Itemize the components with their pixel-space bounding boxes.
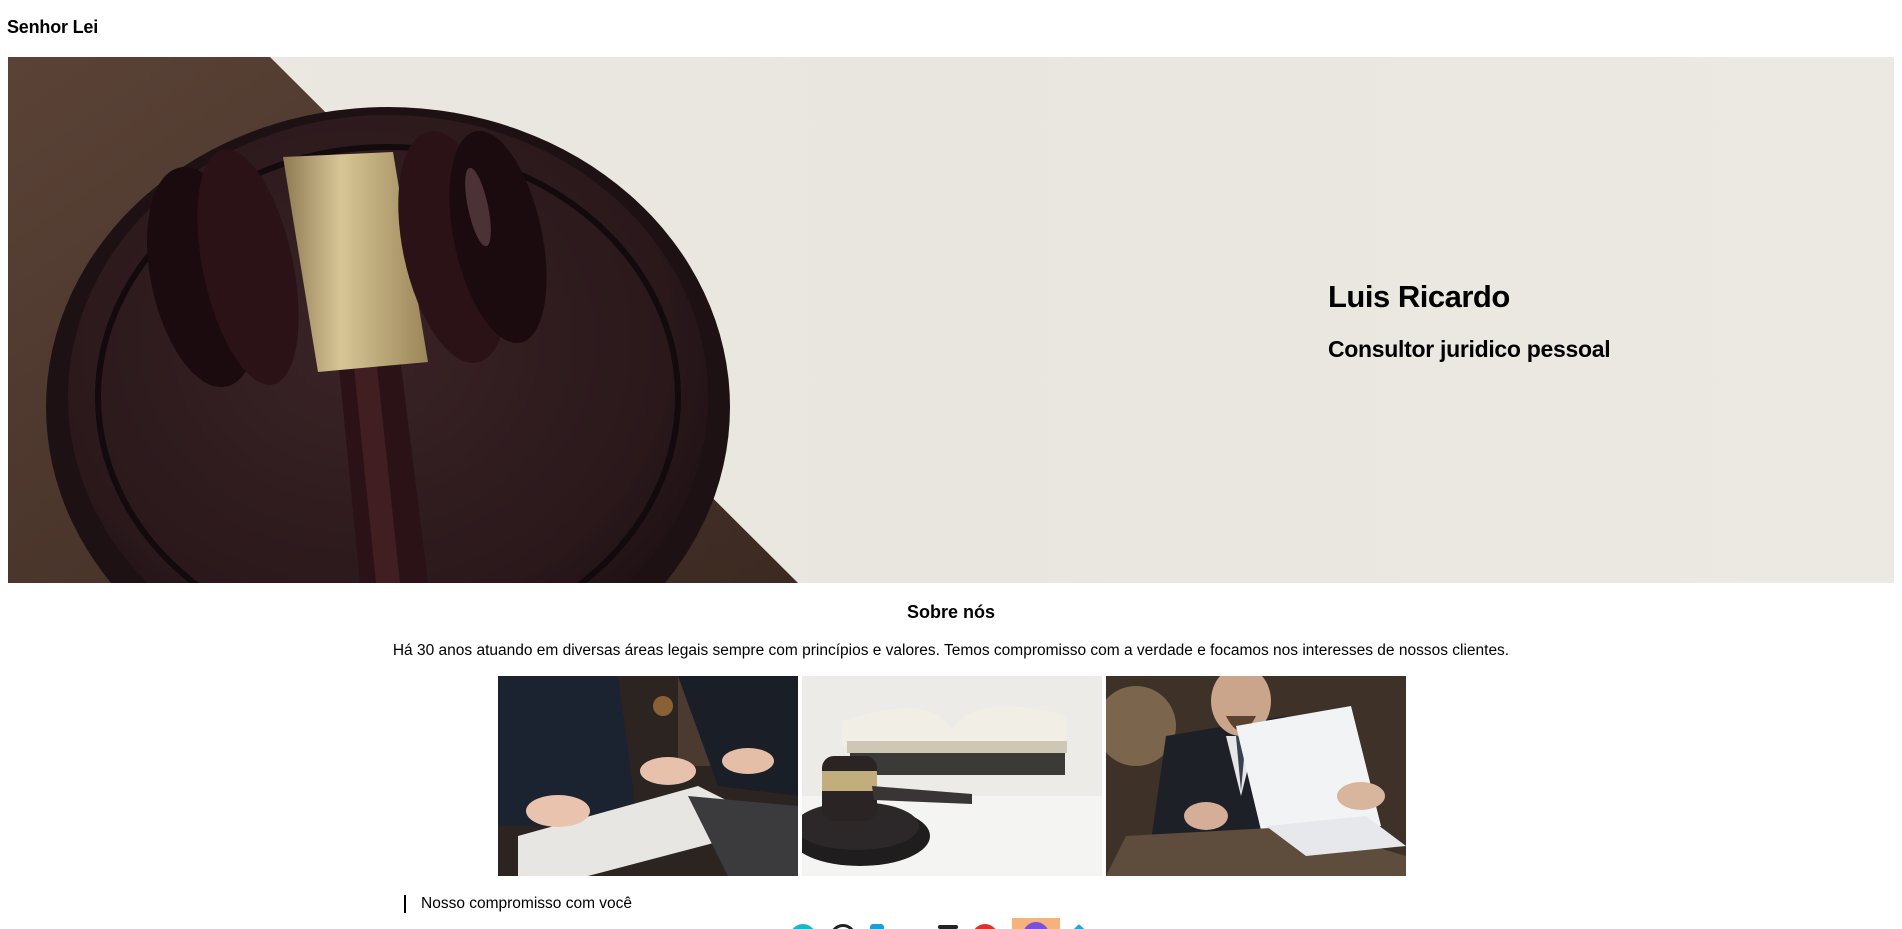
photo-signing-documents bbox=[498, 676, 798, 876]
photo-gallery bbox=[498, 676, 1406, 876]
photo-lawyer-reading bbox=[1106, 676, 1406, 876]
commitment-heading: Nosso compromisso com você bbox=[404, 895, 632, 913]
linkedin-icon[interactable] bbox=[898, 924, 924, 929]
whatsapp-icon[interactable] bbox=[790, 924, 816, 929]
photo-gavel-books bbox=[802, 676, 1102, 876]
hero-name: Luis Ricardo bbox=[1328, 279, 1510, 314]
about-text: Há 30 anos atuando em diversas áreas leg… bbox=[392, 642, 1510, 659]
site-title[interactable]: Senhor Lei bbox=[7, 17, 98, 38]
youtube-icon[interactable] bbox=[972, 924, 998, 929]
hero-banner: Luis Ricardo Consultor juridico pessoal bbox=[8, 57, 1894, 583]
github-icon[interactable] bbox=[830, 924, 856, 929]
email-icon[interactable] bbox=[938, 925, 958, 929]
telegram-icon[interactable] bbox=[1071, 923, 1084, 929]
instagram-icon[interactable] bbox=[1012, 918, 1060, 929]
hero-role: Consultor juridico pessoal bbox=[1328, 336, 1611, 362]
social-links bbox=[790, 918, 1084, 929]
gavel-image bbox=[8, 57, 798, 583]
about-title: Sobre nós bbox=[906, 602, 995, 622]
twitter-icon[interactable] bbox=[870, 924, 884, 929]
